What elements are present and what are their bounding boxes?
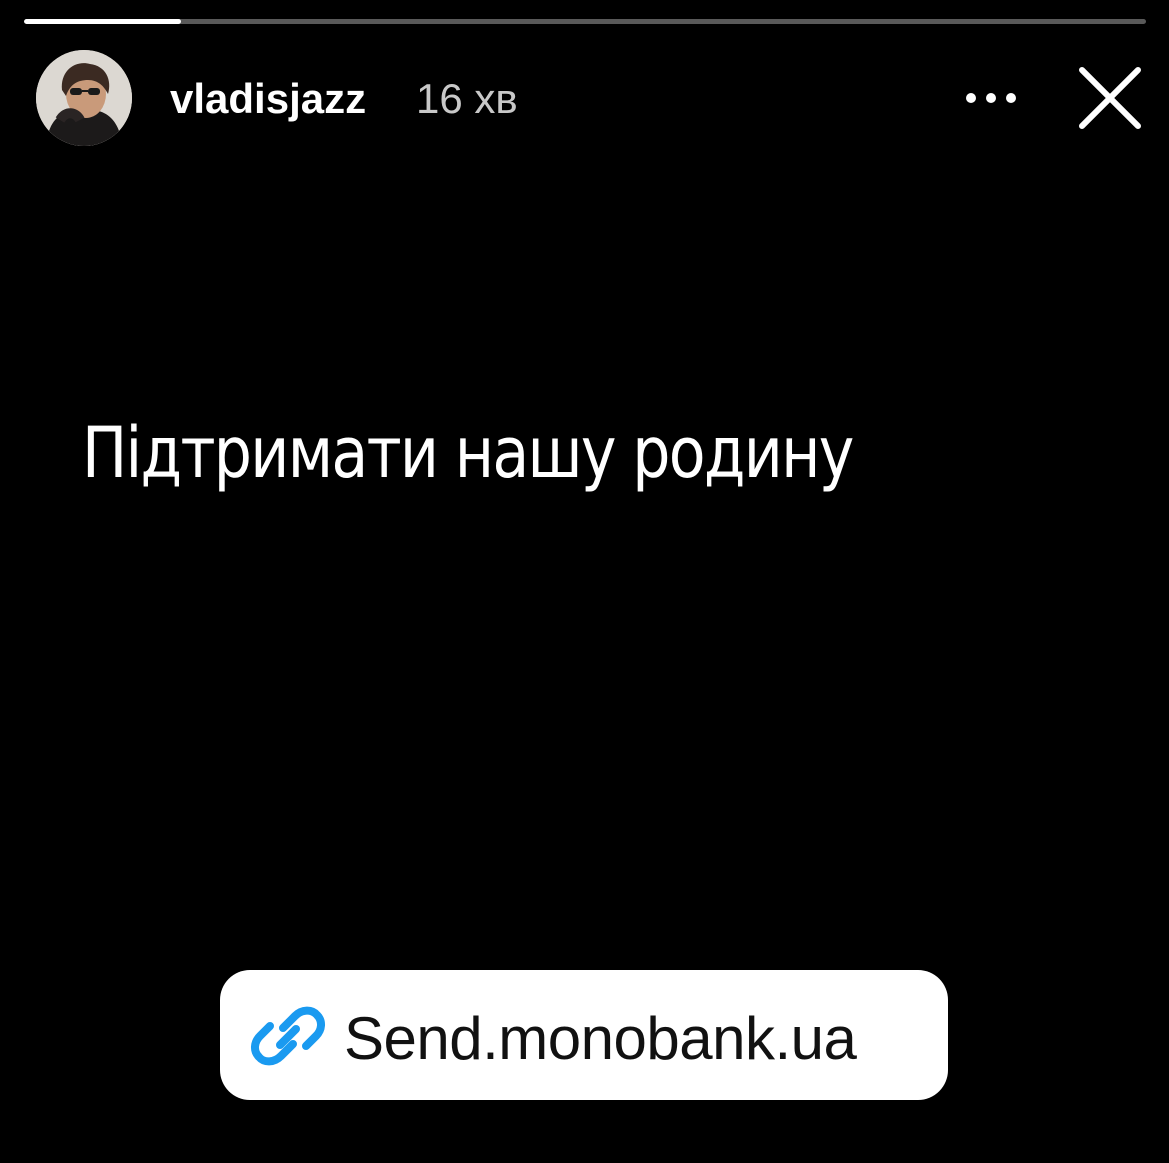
close-button[interactable]	[1076, 64, 1144, 132]
close-icon	[1079, 67, 1141, 129]
link-sticker-button[interactable]: Send.monobank.ua	[220, 970, 948, 1100]
story-header: vladisjazz 16 хв	[36, 50, 1146, 148]
more-button[interactable]	[956, 76, 1026, 120]
story-caption-text: Підтримати нашу родину	[82, 412, 854, 494]
user-avatar-photo	[36, 50, 132, 146]
link-label: Send.monobank.ua	[344, 1005, 857, 1072]
story-progress-bar	[24, 19, 1146, 24]
username[interactable]: vladisjazz	[170, 74, 366, 124]
more-horizontal-icon	[966, 93, 1016, 103]
avatar[interactable]	[36, 50, 132, 146]
post-time: 16 хв	[416, 75, 518, 122]
story-progress-fill	[24, 19, 182, 24]
link-icon	[251, 1006, 325, 1066]
